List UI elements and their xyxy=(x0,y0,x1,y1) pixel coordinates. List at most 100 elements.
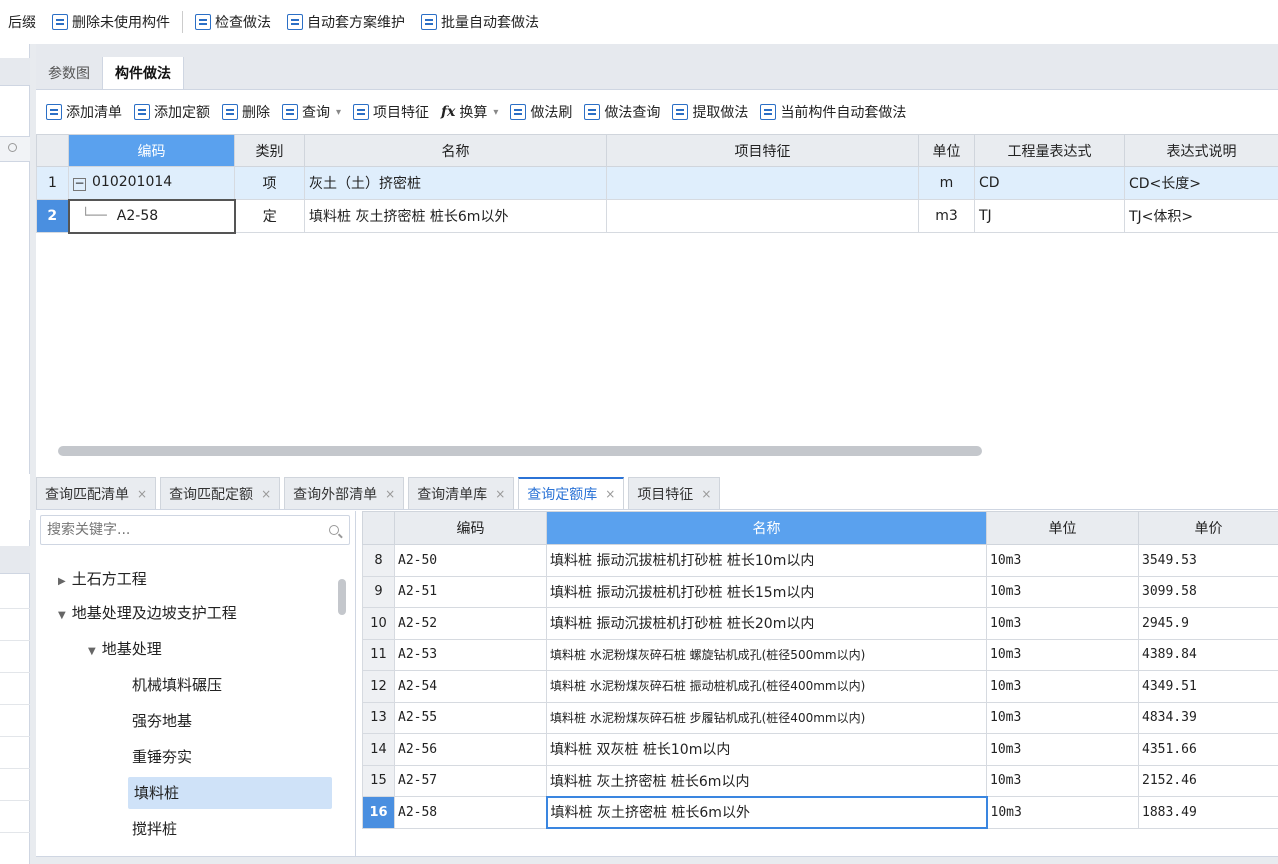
table-row[interactable]: 14 A2-56 填料桩 双灰桩 桩长10m以内 10m3 4351.66 xyxy=(362,733,1278,766)
unit-cell[interactable]: 10m3 xyxy=(986,701,1139,734)
price-cell[interactable]: 2152.46 xyxy=(1138,764,1278,797)
unit-cell[interactable]: 10m3 xyxy=(986,638,1139,671)
name-cell[interactable]: 填料桩 振动沉拔桩机打砂桩 桩长15m以内 xyxy=(546,575,987,608)
price-cell[interactable]: 3099.58 xyxy=(1138,575,1278,608)
table-row[interactable]: 10 A2-52 填料桩 振动沉拔桩机打砂桩 桩长20m以内 10m3 2945… xyxy=(362,607,1278,640)
close-icon[interactable]: × xyxy=(261,487,271,501)
unit-cell[interactable]: 10m3 xyxy=(986,575,1139,608)
close-icon[interactable]: × xyxy=(495,487,505,501)
name-cell[interactable]: 填料桩 振动沉拔桩机打砂桩 桩长20m以内 xyxy=(546,607,987,640)
tab-param-diagram[interactable]: 参数图 xyxy=(36,57,102,89)
expr-cell[interactable]: CD xyxy=(974,166,1125,200)
chevron-right-icon[interactable]: ▶ xyxy=(58,576,66,587)
table-row[interactable]: 8 A2-50 填料桩 振动沉拔桩机打砂桩 桩长10m以内 10m3 3549.… xyxy=(362,544,1278,577)
header-feature[interactable]: 项目特征 xyxy=(606,134,919,167)
code-cell[interactable]: └── A2-58 xyxy=(67,198,236,234)
code-cell[interactable]: A2-52 xyxy=(394,607,547,640)
table-row[interactable]: 12 A2-54 填料桩 水泥粉煤灰碎石桩 振动桩机成孔(桩径400mm以内) … xyxy=(362,670,1278,703)
price-cell[interactable]: 2945.9 xyxy=(1138,607,1278,640)
price-cell[interactable]: 4389.84 xyxy=(1138,638,1278,671)
tree-scrollbar[interactable] xyxy=(338,579,346,615)
search-input[interactable] xyxy=(47,517,317,543)
table-row[interactable]: 1 −010201014 项 灰土（土）挤密桩 m CD CD<长度> xyxy=(36,166,1278,200)
price-cell[interactable]: 4349.51 xyxy=(1138,670,1278,703)
unit-cell[interactable]: m xyxy=(918,166,975,200)
convert-button[interactable]: fx 换算 ▾ xyxy=(435,98,504,126)
price-cell[interactable]: 3549.53 xyxy=(1138,544,1278,577)
delete-unused-button[interactable]: 删除未使用构件 xyxy=(44,8,178,36)
project-feature-button[interactable]: 项目特征 xyxy=(347,98,435,126)
header-unit[interactable]: 单位 xyxy=(986,511,1139,545)
delete-button[interactable]: 删除 xyxy=(216,98,276,126)
code-cell[interactable]: −010201014 xyxy=(68,166,235,200)
name-cell[interactable]: 灰土（土）挤密桩 xyxy=(304,166,607,200)
tab-match-list[interactable]: 查询匹配清单 × xyxy=(36,477,157,509)
desc-cell[interactable]: CD<长度> xyxy=(1124,166,1278,200)
code-cell[interactable]: A2-56 xyxy=(394,733,547,766)
unit-cell[interactable]: 10m3 xyxy=(986,544,1139,577)
type-cell[interactable]: 项 xyxy=(234,166,305,200)
header-name[interactable]: 名称 xyxy=(304,134,607,167)
query-button[interactable]: 查询 ▾ xyxy=(276,98,347,126)
tree-item[interactable]: ▶ 土石方工程 xyxy=(58,563,147,595)
tab-component-method[interactable]: 构件做法 xyxy=(102,57,184,89)
header-name[interactable]: 名称 xyxy=(546,511,987,545)
price-cell[interactable]: 1883.49 xyxy=(1138,796,1278,829)
tree-item[interactable]: 重锤夯实 xyxy=(132,741,192,773)
name-cell[interactable]: 填料桩 灰土挤密桩 桩长6m以外 xyxy=(304,199,607,233)
add-quota-button[interactable]: 添加定额 xyxy=(128,98,216,126)
suffix-button[interactable]: 后缀 xyxy=(0,8,44,36)
type-cell[interactable]: 定 xyxy=(234,199,305,233)
search-icon[interactable] xyxy=(329,525,339,535)
collapse-icon[interactable]: − xyxy=(73,177,86,192)
name-cell[interactable]: 填料桩 水泥粉煤灰碎石桩 螺旋钻机成孔(桩径500mm以内) xyxy=(546,638,987,671)
left-search-stub[interactable] xyxy=(0,136,30,162)
tab-match-quota[interactable]: 查询匹配定额 × xyxy=(160,477,281,509)
price-cell[interactable]: 4834.39 xyxy=(1138,701,1278,734)
table-row[interactable]: 9 A2-51 填料桩 振动沉拔桩机打砂桩 桩长15m以内 10m3 3099.… xyxy=(362,575,1278,608)
table-row[interactable]: 2 └── A2-58 定 填料桩 灰土挤密桩 桩长6m以外 m3 TJ TJ<体… xyxy=(36,198,1278,234)
check-method-button[interactable]: 检查做法 xyxy=(187,8,279,36)
name-cell[interactable]: 填料桩 振动沉拔桩机打砂桩 桩长10m以内 xyxy=(546,544,987,577)
table-row[interactable]: 13 A2-55 填料桩 水泥粉煤灰碎石桩 步履钻机成孔(桩径400mm以内) … xyxy=(362,701,1278,734)
code-cell[interactable]: A2-55 xyxy=(394,701,547,734)
code-cell[interactable]: A2-51 xyxy=(394,575,547,608)
header-price[interactable]: 单价 xyxy=(1138,511,1278,545)
name-cell[interactable]: 填料桩 水泥粉煤灰碎石桩 步履钻机成孔(桩径400mm以内) xyxy=(546,701,987,734)
method-brush-button[interactable]: 做法刷 xyxy=(504,98,578,126)
header-type[interactable]: 类别 xyxy=(234,134,305,167)
code-cell[interactable]: A2-58 xyxy=(394,796,547,829)
code-cell[interactable]: A2-50 xyxy=(394,544,547,577)
tab-quota-library[interactable]: 查询定额库 × xyxy=(518,477,625,509)
code-cell[interactable]: A2-53 xyxy=(394,638,547,671)
header-unit[interactable]: 单位 xyxy=(918,134,975,167)
feature-cell[interactable] xyxy=(606,166,919,200)
chevron-down-icon[interactable]: ▼ xyxy=(88,646,96,657)
table-row[interactable]: 11 A2-53 填料桩 水泥粉煤灰碎石桩 螺旋钻机成孔(桩径500mm以内) … xyxy=(362,638,1278,671)
unit-cell[interactable]: 10m3 xyxy=(986,733,1139,766)
unit-cell[interactable]: m3 xyxy=(918,199,975,233)
tree-item-selected[interactable]: 填料桩 xyxy=(128,777,332,809)
header-desc[interactable]: 表达式说明 xyxy=(1124,134,1278,167)
close-icon[interactable]: × xyxy=(385,487,395,501)
close-icon[interactable]: × xyxy=(137,487,147,501)
batch-auto-button[interactable]: 批量自动套做法 xyxy=(413,8,547,36)
chevron-down-icon[interactable]: ▼ xyxy=(58,610,66,621)
tab-project-feature[interactable]: 项目特征 × xyxy=(628,477,721,509)
feature-cell[interactable] xyxy=(606,199,919,233)
tab-list-library[interactable]: 查询清单库 × xyxy=(408,477,515,509)
code-cell[interactable]: A2-57 xyxy=(394,764,547,797)
tree-item[interactable]: 强夯地基 xyxy=(132,705,192,737)
unit-cell[interactable]: 10m3 xyxy=(986,764,1139,797)
tree-item[interactable]: ▼ 地基处理及边坡支护工程 xyxy=(58,597,237,629)
horizontal-scrollbar[interactable] xyxy=(58,446,982,456)
close-icon[interactable]: × xyxy=(701,487,711,501)
price-cell[interactable]: 4351.66 xyxy=(1138,733,1278,766)
header-expr[interactable]: 工程量表达式 xyxy=(974,134,1125,167)
tab-external-list[interactable]: 查询外部清单 × xyxy=(284,477,405,509)
auto-scheme-button[interactable]: 自动套方案维护 xyxy=(279,8,413,36)
tree-item[interactable]: 搅拌桩 xyxy=(132,813,177,845)
header-code[interactable]: 编码 xyxy=(394,511,547,545)
auto-apply-current-button[interactable]: 当前构件自动套做法 xyxy=(754,98,912,126)
add-list-button[interactable]: 添加清单 xyxy=(40,98,128,126)
